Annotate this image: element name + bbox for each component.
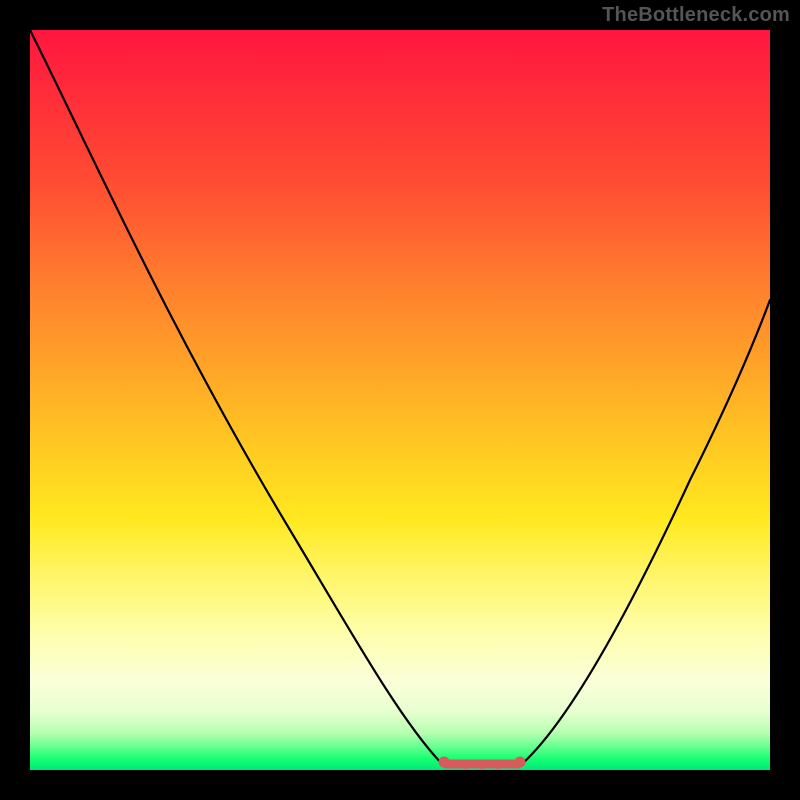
flat-region-dot-left [439,757,450,768]
curve-left [30,30,442,764]
flat-region-dot-mid1 [462,761,470,769]
plot-area [30,30,770,770]
curves-svg [30,30,770,770]
watermark-text: TheBottleneck.com [602,4,790,27]
curve-right [522,300,770,764]
flat-region-dot-mid3 [494,761,502,769]
chart-frame: TheBottleneck.com [0,0,800,800]
flat-region-dot-mid2 [478,761,486,769]
flat-region-dot-right [515,757,526,768]
